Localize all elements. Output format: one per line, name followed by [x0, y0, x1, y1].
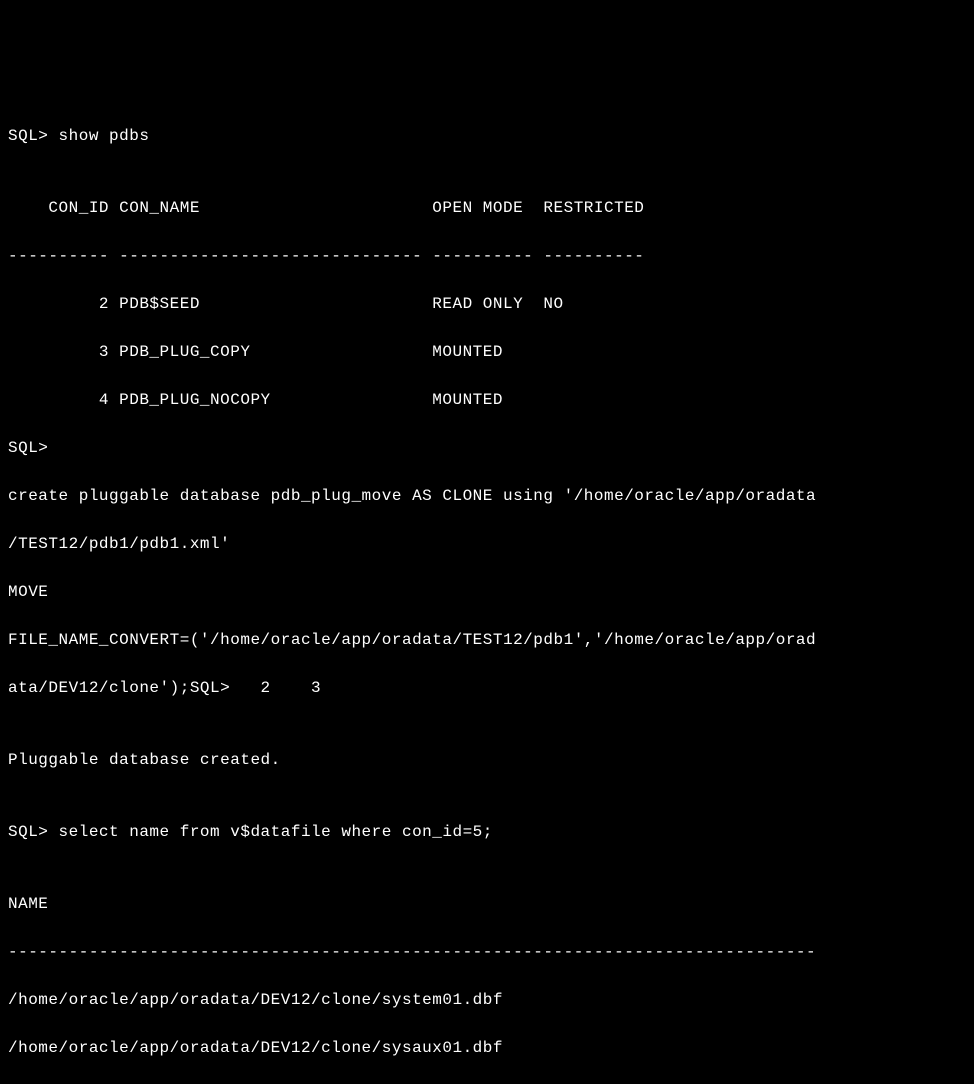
table-header: CON_ID CON_NAME OPEN MODE RESTRICTED	[8, 196, 966, 220]
result-row: /home/oracle/app/oradata/DEV12/clone/sys…	[8, 1036, 966, 1060]
sql-command-line: FILE_NAME_CONVERT=('/home/oracle/app/ora…	[8, 628, 966, 652]
sql-command-line: MOVE	[8, 580, 966, 604]
table-row: 2 PDB$SEED READ ONLY NO	[8, 292, 966, 316]
sql-command-line: create pluggable database pdb_plug_move …	[8, 484, 966, 508]
sql-prompt: SQL>	[8, 436, 966, 460]
column-header: NAME	[8, 892, 966, 916]
output-message: Pluggable database created.	[8, 748, 966, 772]
sql-command-line: SQL> select name from v$datafile where c…	[8, 820, 966, 844]
sql-command-line: /TEST12/pdb1/pdb1.xml'	[8, 532, 966, 556]
result-row: /home/oracle/app/oradata/DEV12/clone/sys…	[8, 988, 966, 1012]
table-row: 3 PDB_PLUG_COPY MOUNTED	[8, 340, 966, 364]
sql-command-line: ata/DEV12/clone');SQL> 2 3	[8, 676, 966, 700]
table-divider: ---------- -----------------------------…	[8, 244, 966, 268]
column-divider: ----------------------------------------…	[8, 940, 966, 964]
terminal-window[interactable]: SQL> show pdbs CON_ID CON_NAME OPEN MODE…	[8, 100, 966, 648]
sql-command-line: SQL> show pdbs	[8, 124, 966, 148]
table-row: 4 PDB_PLUG_NOCOPY MOUNTED	[8, 388, 966, 412]
